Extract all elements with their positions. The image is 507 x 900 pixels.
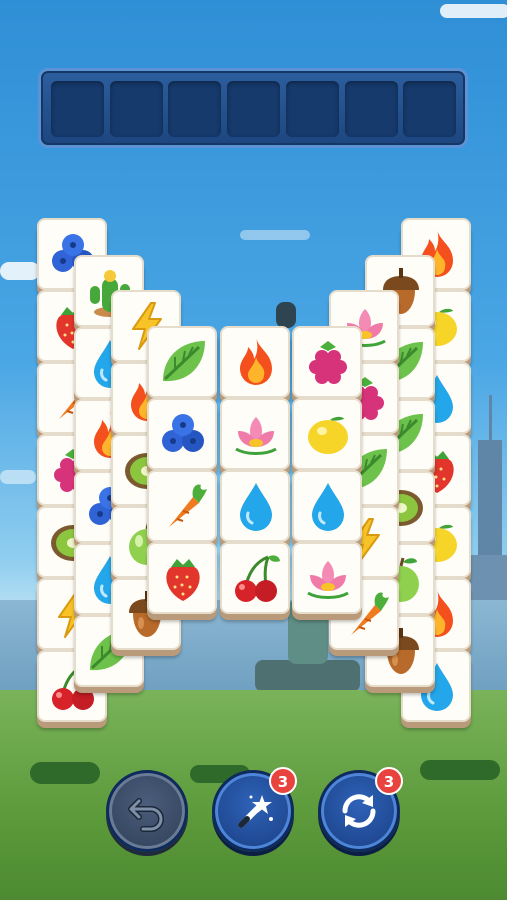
strawberry-icon xyxy=(166,559,200,601)
tray-slot xyxy=(344,81,398,137)
shuffle-icon xyxy=(342,794,376,828)
leaf-icon xyxy=(163,341,205,382)
tile[interactable] xyxy=(292,398,362,470)
lotus-icon xyxy=(235,417,277,455)
skyscraper-spire xyxy=(489,395,492,443)
undo-button[interactable] xyxy=(106,770,188,852)
tray-slot xyxy=(109,81,163,137)
water-drop-icon xyxy=(312,483,344,531)
tile[interactable] xyxy=(292,542,362,614)
shuffle-count-badge: 3 xyxy=(375,767,403,795)
game-scene: 3 3 xyxy=(0,0,507,900)
tray-slot xyxy=(51,81,104,137)
magic-wand-button[interactable]: 3 xyxy=(212,767,297,852)
tile[interactable] xyxy=(147,470,217,542)
undo-icon xyxy=(128,798,164,832)
statue-torch xyxy=(276,302,296,328)
tray-slot xyxy=(285,81,339,137)
tile[interactable] xyxy=(292,326,362,398)
cloud xyxy=(0,470,36,484)
tray-slot xyxy=(403,81,457,137)
tile[interactable] xyxy=(220,398,290,470)
shuffle-button[interactable]: 3 xyxy=(318,767,403,852)
tile[interactable] xyxy=(147,542,217,614)
cloud xyxy=(240,230,310,240)
tile[interactable] xyxy=(220,326,290,398)
magic-wand-icon xyxy=(238,795,273,828)
fire-icon xyxy=(240,337,272,385)
magic-wand-count-badge: 3 xyxy=(269,767,297,795)
tile[interactable] xyxy=(220,470,290,542)
water-drop-icon xyxy=(240,483,272,531)
tile[interactable] xyxy=(292,470,362,542)
raspberry-icon xyxy=(309,341,347,384)
cherry-icon xyxy=(235,555,280,602)
tile[interactable] xyxy=(220,542,290,614)
lotus-icon xyxy=(307,561,349,599)
tray-slot xyxy=(227,81,281,137)
tile[interactable] xyxy=(147,398,217,470)
tray-slot xyxy=(168,81,222,137)
cloud xyxy=(440,4,507,18)
tile[interactable] xyxy=(147,326,217,398)
statue-pedestal xyxy=(255,660,360,692)
bush xyxy=(420,760,500,780)
cloud xyxy=(0,262,40,280)
blueberry-icon xyxy=(162,414,204,452)
collection-tray xyxy=(38,68,468,148)
carrot-icon xyxy=(169,484,207,527)
bush xyxy=(30,762,100,784)
lemon-icon xyxy=(308,416,348,454)
